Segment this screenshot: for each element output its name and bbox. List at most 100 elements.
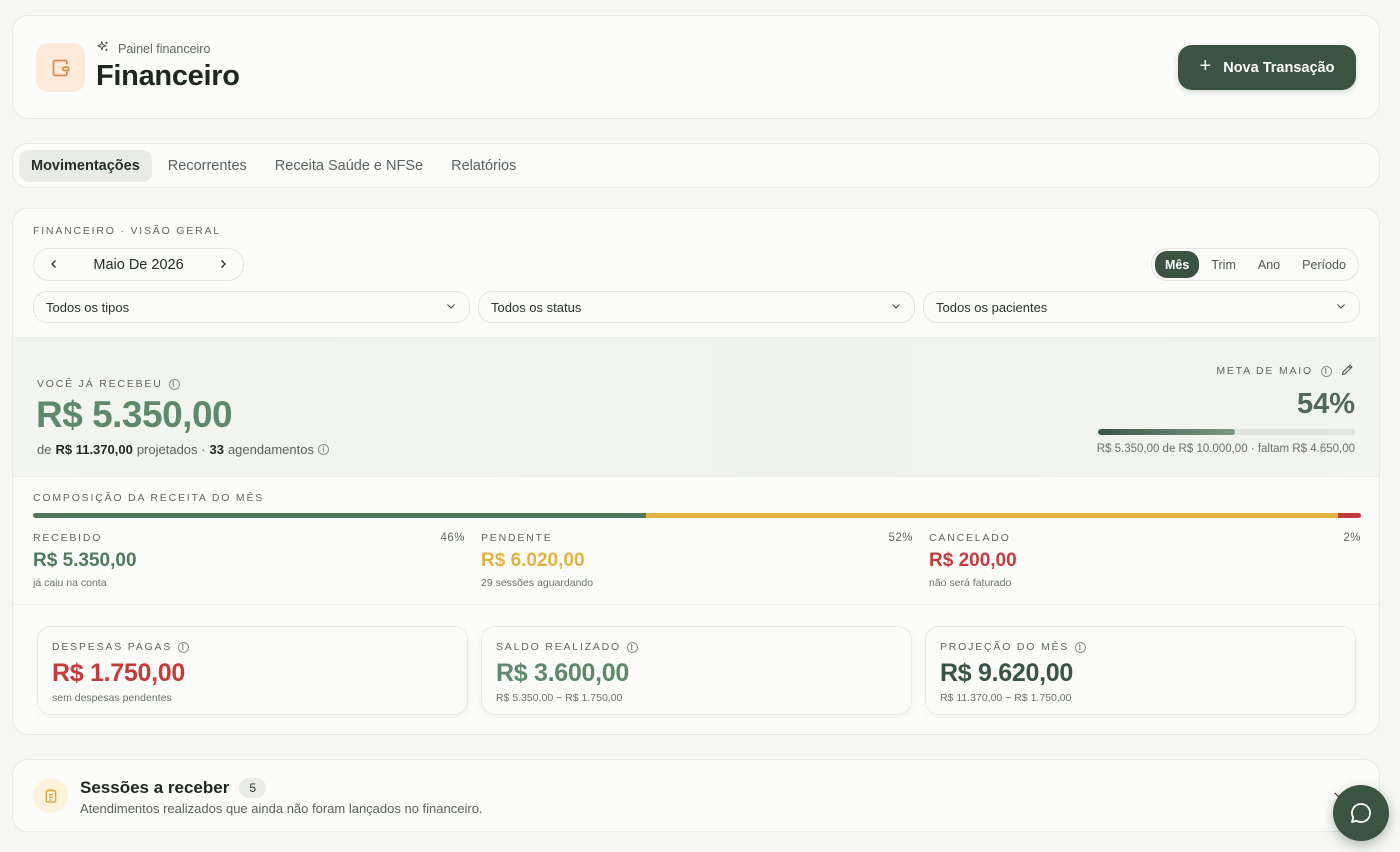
composition-segment-received <box>33 513 647 518</box>
realized-balance-card: SALDO REALIZADO i R$ 3.600,00 R$ 5.350,0… <box>481 626 912 715</box>
card-desc: R$ 11.370,00 − R$ 1.750,00 <box>940 692 1072 704</box>
period-selector: Mês Trim Ano Período <box>1151 248 1359 281</box>
goal-detail: R$ 5.350,00 de R$ 10.000,00 · faltam R$ … <box>1096 443 1355 455</box>
tab-bar: Movimentações Recorrentes Receita Saúde … <box>12 143 1380 188</box>
tab-movimentacoes[interactable]: Movimentações <box>19 149 152 182</box>
card-value: R$ 1.750,00 <box>52 659 185 687</box>
sessions-to-receive-panel[interactable]: Sessões a receber 5 Atendimentos realiza… <box>12 759 1380 832</box>
composition-segment-cancelled <box>1337 513 1361 518</box>
page-header: Painel financeiro Financeiro + Nova Tran… <box>12 15 1380 119</box>
goal-label-row: META DE MAIO i <box>1216 362 1355 380</box>
card-label: DESPESAS PAGAS <box>52 641 173 653</box>
chat-button[interactable] <box>1333 785 1389 841</box>
composition-label: COMPOSIÇÃO DA RECEITA DO MÊS <box>33 492 265 504</box>
chevron-right-icon[interactable] <box>217 257 229 273</box>
segment-desc: não será faturado <box>929 577 1012 589</box>
sessions-desc: Atendimentos realizados que ainda não fo… <box>80 801 483 816</box>
received-section: VOCÊ JÁ RECEBEU i R$ 5.350,00 de R$ 11.3… <box>13 338 1379 476</box>
segment-desc: 29 sessões aguardando <box>481 577 594 589</box>
card-desc: sem despesas pendentes <box>52 692 172 704</box>
chevron-down-icon <box>890 300 902 315</box>
goal-progress-fill <box>1098 429 1236 435</box>
wallet-icon <box>36 43 85 92</box>
goal-label: META DE MAIO <box>1216 365 1313 377</box>
tab-receita-saude-nfse[interactable]: Receita Saúde e NFSe <box>263 150 435 182</box>
card-label: SALDO REALIZADO <box>496 641 622 653</box>
patients-filter-select[interactable]: Todos os pacientes <box>923 291 1360 323</box>
segment-value: R$ 5.350,00 <box>33 550 137 571</box>
sessions-count-badge: 5 <box>239 778 267 798</box>
segment-name: RECEBIDO <box>33 532 103 544</box>
overview-panel: FINANCEIRO · VISÃO GERAL Maio De 2026 Mê… <box>12 208 1380 735</box>
card-label: PROJEÇÃO DO MÊS <box>940 641 1070 653</box>
info-icon[interactable]: i <box>317 444 329 455</box>
info-icon[interactable]: i <box>1075 641 1087 653</box>
type-filter-select[interactable]: Todos os tipos <box>33 291 470 323</box>
chevron-down-icon <box>1335 300 1347 315</box>
composition-pending: PENDENTE 52% R$ 6.020,00 29 sessões agua… <box>481 532 913 589</box>
divider <box>13 476 1379 477</box>
info-icon[interactable]: i <box>178 641 190 653</box>
segment-percent: 46% <box>440 532 465 544</box>
composition-cancelled: CANCELADO 2% R$ 200,00 não será faturado <box>929 532 1361 589</box>
segment-name: CANCELADO <box>929 532 1011 544</box>
received-label: VOCÊ JÁ RECEBEU <box>37 378 163 390</box>
projected-label: projetados · <box>136 442 206 457</box>
segment-value: R$ 200,00 <box>929 550 1017 571</box>
received-subtitle: de R$ 11.370,00 projetados · 33 agendame… <box>37 442 329 457</box>
composition-received: RECEBIDO 46% R$ 5.350,00 já caiu na cont… <box>33 532 465 589</box>
appointments-count: 33 <box>209 442 224 457</box>
segment-name: PENDENTE <box>481 532 553 544</box>
pencil-icon[interactable] <box>1340 362 1355 380</box>
received-sub-prefix: de <box>37 442 52 457</box>
patients-filter-value: Todos os pacientes <box>936 299 1048 315</box>
clipboard-icon <box>33 778 68 813</box>
goal-percent: 54% <box>1296 388 1355 420</box>
period-month-button[interactable]: Mês <box>1155 251 1200 278</box>
type-filter-value: Todos os tipos <box>46 299 130 315</box>
month-navigator: Maio De 2026 <box>33 248 244 281</box>
eyebrow: Painel financeiro <box>96 40 210 57</box>
card-desc: R$ 5.350,00 − R$ 1.750,00 <box>496 692 623 704</box>
segment-percent: 2% <box>1343 532 1361 544</box>
expenses-paid-card: DESPESAS PAGAS i R$ 1.750,00 sem despesa… <box>37 626 468 715</box>
chat-bubble-icon <box>1351 803 1371 823</box>
card-label-row: PROJEÇÃO DO MÊS i <box>940 641 1087 653</box>
tab-relatorios[interactable]: Relatórios <box>439 150 528 182</box>
chevron-left-icon[interactable] <box>48 257 60 273</box>
tab-recorrentes[interactable]: Recorrentes <box>156 150 259 182</box>
status-filter-value: Todos os status <box>491 299 582 315</box>
month-label: Maio De 2026 <box>93 256 184 273</box>
goal-progress-bar <box>1098 429 1355 435</box>
card-label-row: DESPESAS PAGAS i <box>52 641 190 653</box>
status-filter-select[interactable]: Todos os status <box>478 291 915 323</box>
period-year-button[interactable]: Ano <box>1248 251 1290 278</box>
info-icon[interactable]: i <box>1321 365 1332 377</box>
page-title: Financeiro <box>96 60 240 92</box>
card-value: R$ 3.600,00 <box>496 659 629 687</box>
chevron-down-icon <box>445 300 457 315</box>
composition-segment-pending <box>646 513 1338 518</box>
sessions-title: Sessões a receber <box>80 778 230 797</box>
period-quarter-button[interactable]: Trim <box>1201 251 1246 278</box>
segment-value: R$ 6.020,00 <box>481 550 585 571</box>
divider <box>13 604 1379 605</box>
sessions-title-row: Sessões a receber 5 <box>80 778 267 798</box>
card-label-row: SALDO REALIZADO i <box>496 641 639 653</box>
month-projection-card: PROJEÇÃO DO MÊS i R$ 9.620,00 R$ 11.370,… <box>925 626 1356 715</box>
received-value: R$ 5.350,00 <box>36 394 233 435</box>
overview-label: FINANCEIRO · VISÃO GERAL <box>33 225 221 237</box>
received-label-row: VOCÊ JÁ RECEBEU i <box>37 378 180 390</box>
segment-desc: já caiu na conta <box>33 577 107 589</box>
period-custom-button[interactable]: Período <box>1292 251 1356 278</box>
info-icon[interactable]: i <box>627 641 639 653</box>
projected-value: R$ 11.370,00 <box>55 442 133 457</box>
appointments-label: agendamentos <box>227 442 314 457</box>
eyebrow-label: Painel financeiro <box>118 41 211 56</box>
card-value: R$ 9.620,00 <box>940 659 1073 687</box>
info-icon[interactable]: i <box>168 378 180 390</box>
new-transaction-button[interactable]: + Nova Transação <box>1178 45 1356 90</box>
new-transaction-label: Nova Transação <box>1223 59 1335 76</box>
plus-icon: + <box>1199 55 1212 77</box>
segment-percent: 52% <box>888 532 913 544</box>
